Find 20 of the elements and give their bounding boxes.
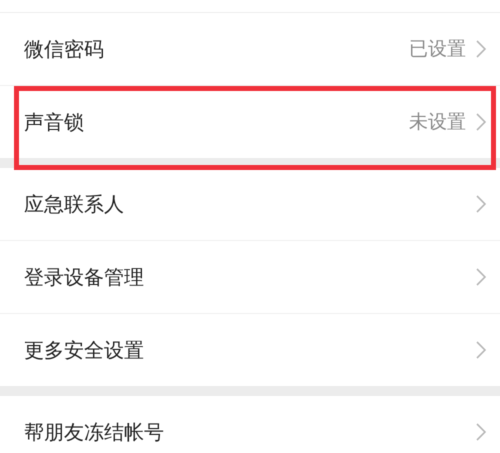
row-label: 声音锁 <box>24 108 84 136</box>
settings-row[interactable]: 更多安全设置 <box>0 314 500 386</box>
settings-row[interactable]: 帮朋友冻结帐号 <box>0 396 500 453</box>
chevron-right-icon <box>476 341 486 359</box>
settings-row[interactable]: 登录设备管理 <box>0 241 500 314</box>
chevron-right-icon <box>476 195 486 213</box>
row-label: 应急联系人 <box>24 190 124 218</box>
settings-row[interactable]: 声音锁 未设置 <box>0 86 500 158</box>
settings-row[interactable]: 应急联系人 <box>0 168 500 241</box>
chevron-right-icon <box>476 423 486 441</box>
chevron-right-icon <box>476 113 486 131</box>
chevron-right-icon <box>476 268 486 286</box>
chevron-right-icon <box>476 40 486 58</box>
row-value: 已设置 <box>409 37 466 62</box>
row-label: 微信密码 <box>24 36 104 62</box>
row-value: 未设置 <box>409 110 466 135</box>
settings-row[interactable]: 微信密码 已设置 <box>0 13 500 86</box>
row-label: 登录设备管理 <box>24 264 144 290</box>
row-label: 更多安全设置 <box>24 336 144 364</box>
row-label: 帮朋友冻结帐号 <box>24 418 164 446</box>
